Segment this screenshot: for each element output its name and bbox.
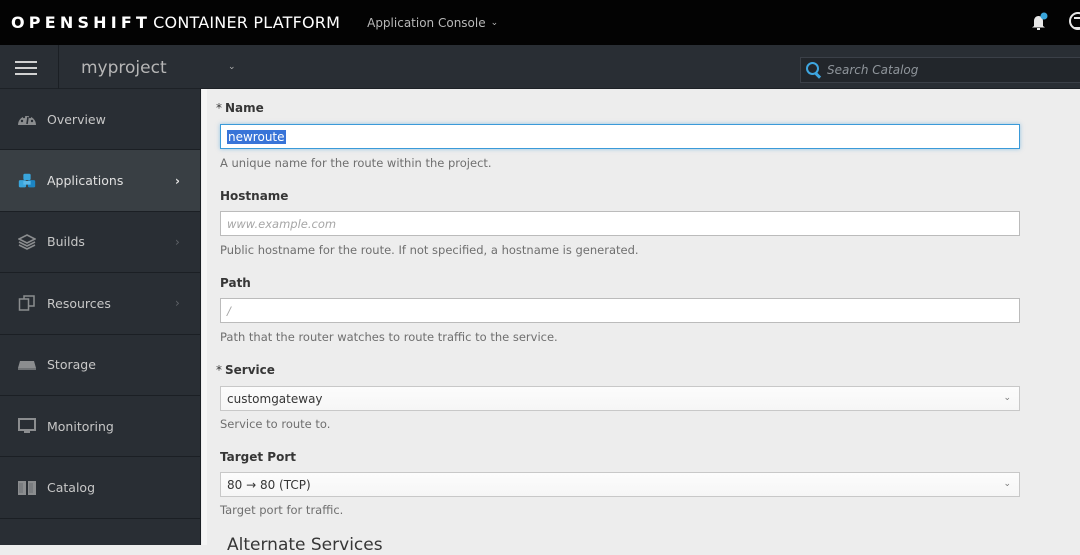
name-help: A unique name for the route within the p… <box>220 156 492 170</box>
files-icon <box>17 294 37 312</box>
console-switcher[interactable]: Application Console ⌄ <box>367 16 498 30</box>
service-select-value: customgateway <box>227 391 323 406</box>
sidebar-item-resources[interactable]: Resources › <box>0 273 200 335</box>
sidebar-item-label: Applications <box>47 173 124 189</box>
create-route-form: * Name newroute A unique name for the rou… <box>202 89 1080 555</box>
path-help: Path that the router watches to route tr… <box>220 330 558 344</box>
alternate-services-heading: Alternate Services <box>227 535 383 555</box>
chevron-down-icon: ⌄ <box>490 17 499 28</box>
sidebar-item-applications[interactable]: Applications › <box>0 150 200 212</box>
project-dropdown-chevron-icon[interactable]: ⌄ <box>228 62 236 72</box>
sidebar-item-label: Builds <box>47 234 85 250</box>
sidebar-item-monitoring[interactable]: Monitoring <box>0 396 200 458</box>
sidebar-item-label: Resources <box>47 295 111 311</box>
chevron-right-icon: › <box>175 234 180 249</box>
sidebar-item-catalog[interactable]: Catalog <box>0 457 200 519</box>
masthead: OPENSHIFT CONTAINER PLATFORM Application… <box>0 0 1080 45</box>
search-catalog-input[interactable] <box>827 63 1067 77</box>
sidebar-item-overview[interactable]: Overview <box>0 89 200 151</box>
notification-badge <box>1040 12 1048 20</box>
service-label: * Service <box>216 363 275 377</box>
dashboard-icon <box>17 110 37 128</box>
project-bar: myproject ⌄ <box>0 45 1080 89</box>
console-switcher-label: Application Console <box>367 15 486 30</box>
monitor-icon <box>17 417 37 435</box>
brand-light: CONTAINER PLATFORM <box>153 13 341 32</box>
name-input[interactable]: newroute <box>220 124 1020 149</box>
target-port-select-value: 80 → 80 (TCP) <box>227 477 311 492</box>
name-input-value: newroute <box>227 129 286 144</box>
layers-icon <box>17 233 37 251</box>
path-label: Path <box>220 276 251 290</box>
sidebar-nav: Overview Applications › Builds › Resourc… <box>0 89 201 545</box>
chevron-down-icon: ⌄ <box>1003 393 1011 403</box>
path-input[interactable]: / <box>220 298 1020 323</box>
hostname-placeholder: www.example.com <box>227 216 337 231</box>
storage-icon <box>17 356 37 374</box>
target-port-select[interactable]: 80 → 80 (TCP) ⌄ <box>220 472 1020 497</box>
hamburger-menu-button[interactable] <box>0 45 59 89</box>
sidebar-item-label: Catalog <box>47 480 96 496</box>
sidebar-item-builds[interactable]: Builds › <box>0 212 200 274</box>
hostname-help: Public hostname for the route. If not sp… <box>220 243 639 257</box>
name-label: * Name <box>216 101 264 115</box>
book-icon <box>17 479 37 497</box>
project-name[interactable]: myproject <box>81 58 167 78</box>
search-icon <box>806 62 822 78</box>
hostname-input[interactable]: www.example.com <box>220 211 1020 236</box>
required-marker: * <box>216 101 222 115</box>
chevron-right-icon: › <box>175 296 180 311</box>
required-marker: * <box>216 363 222 377</box>
help-icon[interactable] <box>1069 12 1080 30</box>
chevron-right-icon: › <box>175 173 180 188</box>
chevron-down-icon: ⌄ <box>1003 479 1011 489</box>
sidebar-item-label: Storage <box>47 357 96 373</box>
sidebar-item-label: Monitoring <box>47 418 114 434</box>
service-help: Service to route to. <box>220 417 331 431</box>
sidebar-item-label: Overview <box>47 111 106 127</box>
target-port-label: Target Port <box>220 450 296 464</box>
brand-logo[interactable]: OPENSHIFT CONTAINER PLATFORM <box>11 13 340 32</box>
hostname-label: Hostname <box>220 189 289 203</box>
notification-bell-icon[interactable] <box>1030 12 1048 30</box>
search-catalog[interactable] <box>800 57 1080 83</box>
cubes-icon <box>17 172 37 190</box>
target-port-help: Target port for traffic. <box>220 503 344 517</box>
sidebar-item-storage[interactable]: Storage <box>0 335 200 396</box>
service-select[interactable]: customgateway ⌄ <box>220 386 1020 411</box>
brand-bold: OPENSHIFT <box>11 13 152 32</box>
path-placeholder: / <box>227 303 231 318</box>
